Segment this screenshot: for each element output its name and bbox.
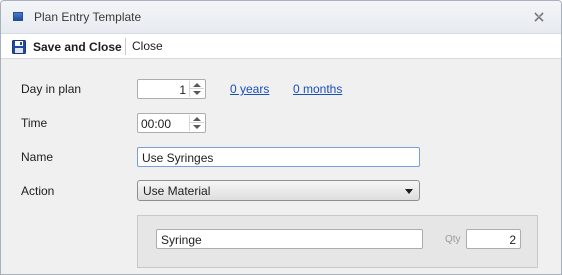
save-and-close-button[interactable]: Save and Close xyxy=(12,38,122,55)
action-value: Use Material xyxy=(143,184,211,198)
name-value: Use Syringes xyxy=(142,151,214,165)
spin-divider xyxy=(190,88,204,89)
toolbar-separator xyxy=(125,38,126,55)
spin-divider xyxy=(190,122,204,123)
form-content: Day in plan 1 0 years 0 months Time 00:0… xyxy=(1,60,561,274)
material-item-field[interactable]: Syringe xyxy=(156,229,423,249)
action-label: Action xyxy=(21,184,55,198)
spin-up-icon[interactable] xyxy=(193,83,201,87)
time-spin-buttons[interactable] xyxy=(189,115,204,131)
material-item-value: Syringe xyxy=(161,233,202,247)
material-panel: Syringe Qty 2 xyxy=(137,215,538,268)
qty-field[interactable]: 2 xyxy=(466,229,521,249)
close-x-icon[interactable] xyxy=(532,10,546,24)
qty-value: 2 xyxy=(509,233,516,247)
name-label: Name xyxy=(21,150,54,164)
app-window-icon xyxy=(13,12,23,21)
time-stepper[interactable]: 00:00 xyxy=(137,113,206,133)
toolbar: Save and Close Close xyxy=(1,34,561,59)
action-select[interactable]: Use Material xyxy=(137,180,420,201)
day-in-plan-label: Day in plan xyxy=(21,82,82,96)
spin-up-icon[interactable] xyxy=(193,117,201,121)
window-title: Plan Entry Template xyxy=(34,10,142,24)
day-spin-buttons[interactable] xyxy=(189,81,204,97)
chevron-down-icon[interactable] xyxy=(405,189,413,194)
name-field[interactable]: Use Syringes xyxy=(137,147,420,167)
months-link[interactable]: 0 months xyxy=(293,82,342,96)
day-in-plan-stepper[interactable]: 1 xyxy=(137,79,206,99)
time-value: 00:00 xyxy=(141,117,172,131)
spin-down-icon[interactable] xyxy=(193,91,201,95)
spin-down-icon[interactable] xyxy=(193,125,201,129)
title-bar: Plan Entry Template xyxy=(1,1,561,34)
day-in-plan-value: 1 xyxy=(179,83,186,97)
time-label: Time xyxy=(21,116,48,130)
save-and-close-label: Save and Close xyxy=(33,39,122,54)
plan-entry-template-window: Plan Entry Template Save and Close Close… xyxy=(0,0,562,275)
floppy-disk-icon xyxy=(12,39,26,54)
years-link[interactable]: 0 years xyxy=(230,82,269,96)
close-button[interactable]: Close xyxy=(132,39,163,53)
qty-label: Qty xyxy=(445,234,461,245)
